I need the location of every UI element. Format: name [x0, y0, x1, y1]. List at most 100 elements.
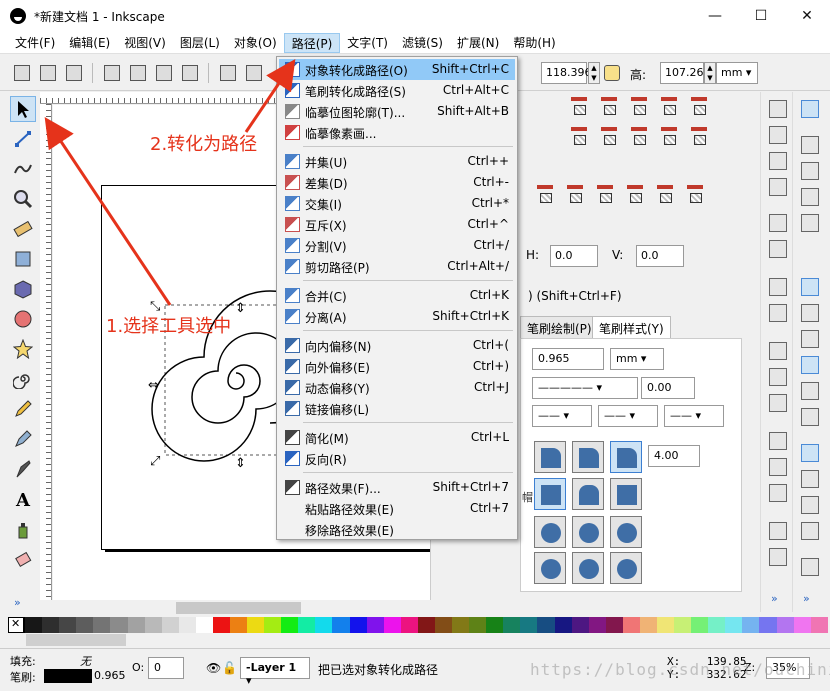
snap-guide-icon[interactable]	[801, 496, 819, 514]
rotate-ccw-icon[interactable]	[104, 65, 120, 81]
color-swatch[interactable]	[42, 617, 60, 633]
align-bottom-icon[interactable]	[568, 94, 590, 116]
path-menu-item[interactable]: 临摹位图轮廓(T)... Shift+Alt+B	[279, 101, 515, 122]
distribute-right-icon[interactable]	[628, 124, 650, 146]
snap-center-icon[interactable]	[801, 408, 819, 426]
exchange-clockwise-icon[interactable]	[624, 182, 646, 204]
toolbox-overflow-icon[interactable]: »	[14, 596, 21, 609]
tab-stroke-style[interactable]: 笔刷样式(Y)	[592, 316, 671, 340]
color-swatch[interactable]	[571, 617, 589, 633]
color-swatch[interactable]	[452, 617, 470, 633]
new-document-icon[interactable]	[769, 100, 787, 118]
h-gap-field[interactable]: 0.0	[550, 245, 598, 267]
path-menu-item[interactable]: 路径效果(F)... Shift+Ctrl+7	[279, 477, 515, 498]
snap-overflow-icon[interactable]: »	[803, 592, 810, 605]
color-swatch[interactable]	[264, 617, 282, 633]
zoom-selection-icon[interactable]	[769, 432, 787, 450]
snap-grid-icon[interactable]	[801, 470, 819, 488]
color-swatch[interactable]	[759, 617, 777, 633]
unit-select[interactable]: mm ▾	[716, 62, 758, 84]
path-menu-item[interactable]: 合并(C) Ctrl+K	[279, 285, 515, 306]
width-spinner[interactable]: ▲ ▼	[588, 62, 600, 84]
height-field[interactable]: 107.267	[660, 62, 711, 84]
color-swatch[interactable]	[247, 617, 265, 633]
color-swatch[interactable]	[76, 617, 94, 633]
scale-handle-icon[interactable]: ⤢	[150, 454, 160, 469]
3d-box-tool-icon[interactable]	[10, 276, 36, 302]
path-menu-item[interactable]: 并集(U) Ctrl++	[279, 151, 515, 172]
menu-item[interactable]: 对象(O)	[227, 33, 284, 53]
v-gap-field[interactable]: 0.0	[636, 245, 684, 267]
paint-order-b-icon[interactable]	[572, 552, 604, 584]
tweak-tool-icon[interactable]	[10, 156, 36, 182]
color-swatch[interactable]	[793, 617, 811, 633]
graph-layout-icon[interactable]	[534, 182, 556, 204]
color-swatch[interactable]	[144, 617, 162, 633]
lock-ratio-icon[interactable]	[604, 65, 620, 81]
path-menu-item[interactable]: 向内偏移(N) Ctrl+(	[279, 335, 515, 356]
start-marker-select[interactable]: —— ▾	[532, 405, 592, 427]
path-menu-item[interactable]: 链接偏移(L)	[279, 398, 515, 419]
color-swatch[interactable]	[810, 617, 828, 633]
path-menu-item[interactable]: 差集(D) Ctrl+-	[279, 172, 515, 193]
raise-to-top-icon[interactable]	[220, 65, 236, 81]
redo-icon[interactable]	[769, 304, 787, 322]
snap-intersection-icon[interactable]	[801, 330, 819, 348]
palette-scrollbar[interactable]	[26, 634, 126, 646]
color-swatch[interactable]	[281, 617, 299, 633]
color-swatch[interactable]	[674, 617, 692, 633]
path-menu-item[interactable]: 动态偏移(Y) Ctrl+J	[279, 377, 515, 398]
close-button[interactable]: ✕	[784, 0, 830, 32]
menu-item[interactable]: 文字(T)	[340, 33, 395, 53]
color-swatch[interactable]	[656, 617, 675, 633]
paint-order-c-icon[interactable]	[610, 552, 642, 584]
color-swatch[interactable]	[503, 617, 521, 633]
maximize-button[interactable]: ☐	[738, 0, 784, 32]
star-tool-icon[interactable]	[10, 336, 36, 362]
calligraphy-tool-icon[interactable]	[10, 456, 36, 482]
menu-item[interactable]: 滤镜(S)	[395, 33, 450, 53]
bevel-join-icon[interactable]	[610, 441, 642, 473]
stroke-unit-select[interactable]: mm ▾	[610, 348, 664, 370]
align-top-icon[interactable]	[628, 94, 650, 116]
distribute-gaps-icon[interactable]	[658, 124, 680, 146]
color-swatch[interactable]	[212, 617, 231, 633]
color-swatch[interactable]	[161, 617, 179, 633]
spiral-tool-icon[interactable]	[10, 366, 36, 392]
selector-tool-icon[interactable]	[10, 96, 36, 122]
color-swatch[interactable]	[298, 617, 316, 633]
align-baseline-icon[interactable]	[658, 94, 680, 116]
end-marker-select[interactable]: —— ▾	[664, 405, 724, 427]
zoom-page-icon[interactable]	[769, 484, 787, 502]
snap-bbox-edge-icon[interactable]	[801, 162, 819, 180]
menu-item[interactable]: 扩展(N)	[450, 33, 506, 53]
scale-handle-icon[interactable]: ⇕	[235, 301, 246, 316]
menu-item[interactable]: 帮助(H)	[506, 33, 562, 53]
color-swatch[interactable]	[93, 617, 111, 633]
eraser-tool-icon[interactable]	[10, 546, 36, 572]
color-swatch[interactable]	[178, 617, 196, 633]
spray-tool-icon[interactable]	[10, 516, 36, 542]
snap-path-icon[interactable]	[801, 304, 819, 322]
path-menu-item[interactable]: 交集(I) Ctrl+*	[279, 193, 515, 214]
print-icon[interactable]	[769, 178, 787, 196]
color-swatch[interactable]	[725, 617, 743, 633]
path-menu-item[interactable]: 简化(M) Ctrl+L	[279, 427, 515, 448]
measure-tool-icon[interactable]	[10, 216, 36, 242]
color-swatch[interactable]	[195, 617, 213, 633]
pen-tool-icon[interactable]	[10, 426, 36, 452]
snap-smooth-nodes-icon[interactable]	[801, 356, 819, 374]
align-center-icon[interactable]	[598, 94, 620, 116]
snap-enable-icon[interactable]	[801, 100, 819, 118]
open-file-icon[interactable]	[769, 126, 787, 144]
color-swatch[interactable]	[332, 617, 350, 633]
menu-item[interactable]: 文件(F)	[8, 33, 62, 53]
text-tool-icon[interactable]: A	[10, 486, 36, 512]
stroke-color-indicator[interactable]	[44, 669, 92, 683]
color-swatch[interactable]	[537, 617, 555, 633]
miter-join-icon[interactable]	[534, 441, 566, 473]
layer-select[interactable]: -Layer 1 ▾	[240, 657, 310, 687]
width-field[interactable]: 118.396	[541, 62, 592, 84]
flip-vertical-icon[interactable]	[182, 65, 198, 81]
butt-cap-icon[interactable]	[534, 478, 566, 510]
